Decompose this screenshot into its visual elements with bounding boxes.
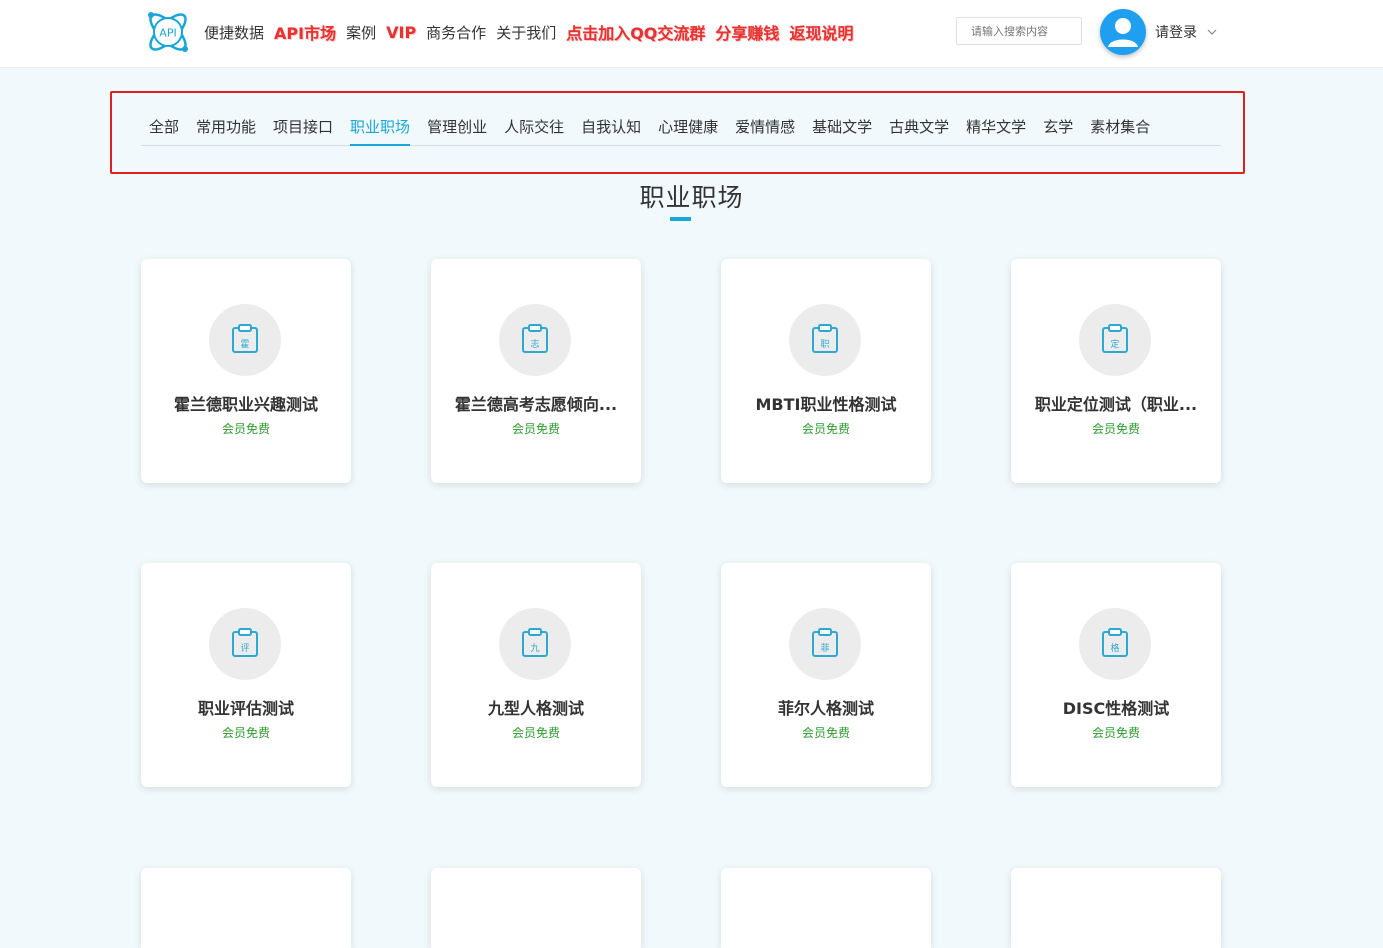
card-price: 会员免费	[511, 726, 560, 740]
icon-circle: 霍	[209, 304, 281, 376]
category-tab[interactable]: 爱情情感	[735, 104, 795, 146]
nav-link[interactable]: API市场	[274, 20, 336, 44]
main-nav: 便捷数据 API市场 案例 VIP 商务合作 关于我们 点击加入QQ交流群 分享赚钱 返现说明	[204, 0, 863, 64]
nav-link[interactable]: 返现说明	[789, 20, 853, 44]
card-price: 会员免费	[801, 726, 850, 740]
card-placeholder[interactable]	[141, 868, 351, 948]
card-title[interactable]: DISC性格测试	[1011, 695, 1221, 719]
icon-circle: 菲	[789, 608, 861, 680]
category-tab[interactable]: 素材集合	[1090, 104, 1150, 146]
card-placeholder[interactable]	[1011, 868, 1221, 948]
nav-link[interactable]: 商务合作	[426, 22, 486, 43]
login-label[interactable]: 请登录	[1155, 22, 1197, 42]
card-price: 会员免费	[221, 422, 270, 436]
category-tab[interactable]: 玄学	[1043, 104, 1073, 146]
product-card[interactable]: 志霍兰德高考志愿倾向... 会员免费	[431, 259, 641, 483]
top-header: API 便捷数据 API市场 案例 VIP 商务合作 关于我们 点击加入QQ交流群 分享赚钱返…	[0, 0, 1383, 68]
icon-char: 九	[530, 644, 540, 654]
icon-char: 格	[1110, 644, 1120, 654]
category-tab[interactable]: 精华文学	[966, 104, 1026, 146]
category-tab[interactable]: 自我认知	[581, 104, 641, 146]
icon-circle: 九	[499, 608, 571, 680]
icon-char: 评	[240, 644, 250, 654]
card-placeholder[interactable]	[431, 868, 641, 948]
title-underline	[670, 217, 691, 221]
nav-link[interactable]: 分享赚钱	[715, 20, 779, 44]
nav-link[interactable]: 案例	[346, 22, 376, 43]
card-price: 会员免费	[801, 422, 850, 436]
category-tab[interactable]: 人际交往	[504, 104, 564, 146]
logo-text: API	[159, 27, 176, 40]
card-title[interactable]: MBTI职业性格测试	[721, 391, 931, 415]
category-tab[interactable]: 职业职场	[350, 104, 411, 146]
icon-char: 志	[530, 340, 540, 350]
icon-circle: 评	[209, 608, 281, 680]
nav-link[interactable]: 便捷数据	[204, 22, 264, 43]
card-title[interactable]: 职业评估测试	[141, 695, 351, 719]
card-title[interactable]: 菲尔人格测试	[721, 695, 931, 719]
product-card[interactable]: 定职业定位测试（职业... 会员免费	[1011, 259, 1221, 483]
icon-char: 定	[1110, 340, 1120, 350]
chevron-down-icon[interactable]	[1207, 29, 1217, 35]
card-price: 会员免费	[1091, 726, 1140, 740]
icon-circle: 职	[789, 304, 861, 376]
card-price: 会员免费	[221, 726, 270, 740]
icon-char: 霍	[240, 340, 250, 350]
card-price: 会员免费	[1091, 422, 1140, 436]
card-title[interactable]: 霍兰德职业兴趣测试	[141, 391, 351, 415]
card-price: 会员免费	[511, 422, 560, 436]
icon-circle: 志	[499, 304, 571, 376]
card-title[interactable]: 九型人格测试	[431, 695, 641, 719]
api-logo-icon[interactable]: API	[142, 6, 194, 58]
category-tab[interactable]: 基础文学	[812, 104, 872, 146]
product-card[interactable]: 九九型人格测试会员免费	[431, 563, 641, 787]
icon-circle: 格	[1079, 608, 1151, 680]
product-card[interactable]: 菲菲尔人格测试会员免费	[721, 563, 931, 787]
user-avatar-icon[interactable]	[1100, 9, 1146, 55]
icon-char: 职	[820, 340, 830, 350]
product-card[interactable]: 格 DISC性格测试会员免费	[1011, 563, 1221, 787]
category-tab[interactable]: 管理创业	[427, 104, 487, 146]
section-title: 职业职场	[639, 183, 744, 212]
card-placeholder[interactable]	[721, 868, 931, 948]
product-card[interactable]: 霍霍兰德职业兴趣测试会员免费	[141, 259, 351, 483]
nav-link[interactable]: 点击加入QQ交流群	[566, 20, 705, 44]
icon-circle: 定	[1079, 304, 1151, 376]
category-tabs: 全部 常用功能 项目接口 职业职场 管理创业 人际交往 自我认知 心理健康 爱情情感 基础文学 古典…	[141, 104, 1221, 146]
category-tab[interactable]: 常用功能	[196, 104, 256, 146]
category-tab[interactable]: 古典文学	[889, 104, 949, 146]
product-card[interactable]: 评职业评估测试会员免费	[141, 563, 351, 787]
nav-link[interactable]: 关于我们	[496, 22, 556, 43]
category-tab[interactable]: 项目接口	[273, 104, 333, 146]
category-tab[interactable]: 心理健康	[658, 104, 718, 146]
nav-link[interactable]: VIP	[386, 23, 416, 42]
card-title[interactable]: 霍兰德高考志愿倾向...	[431, 391, 641, 415]
search-input[interactable]	[956, 17, 1082, 45]
icon-char: 菲	[820, 644, 830, 654]
login-menu[interactable]: 请登录	[1155, 22, 1217, 42]
category-tab[interactable]: 全部	[149, 104, 179, 146]
card-title[interactable]: 职业定位测试（职业...	[1011, 391, 1221, 415]
product-card[interactable]: 职 MBTI职业性格测试会员免费	[721, 259, 931, 483]
